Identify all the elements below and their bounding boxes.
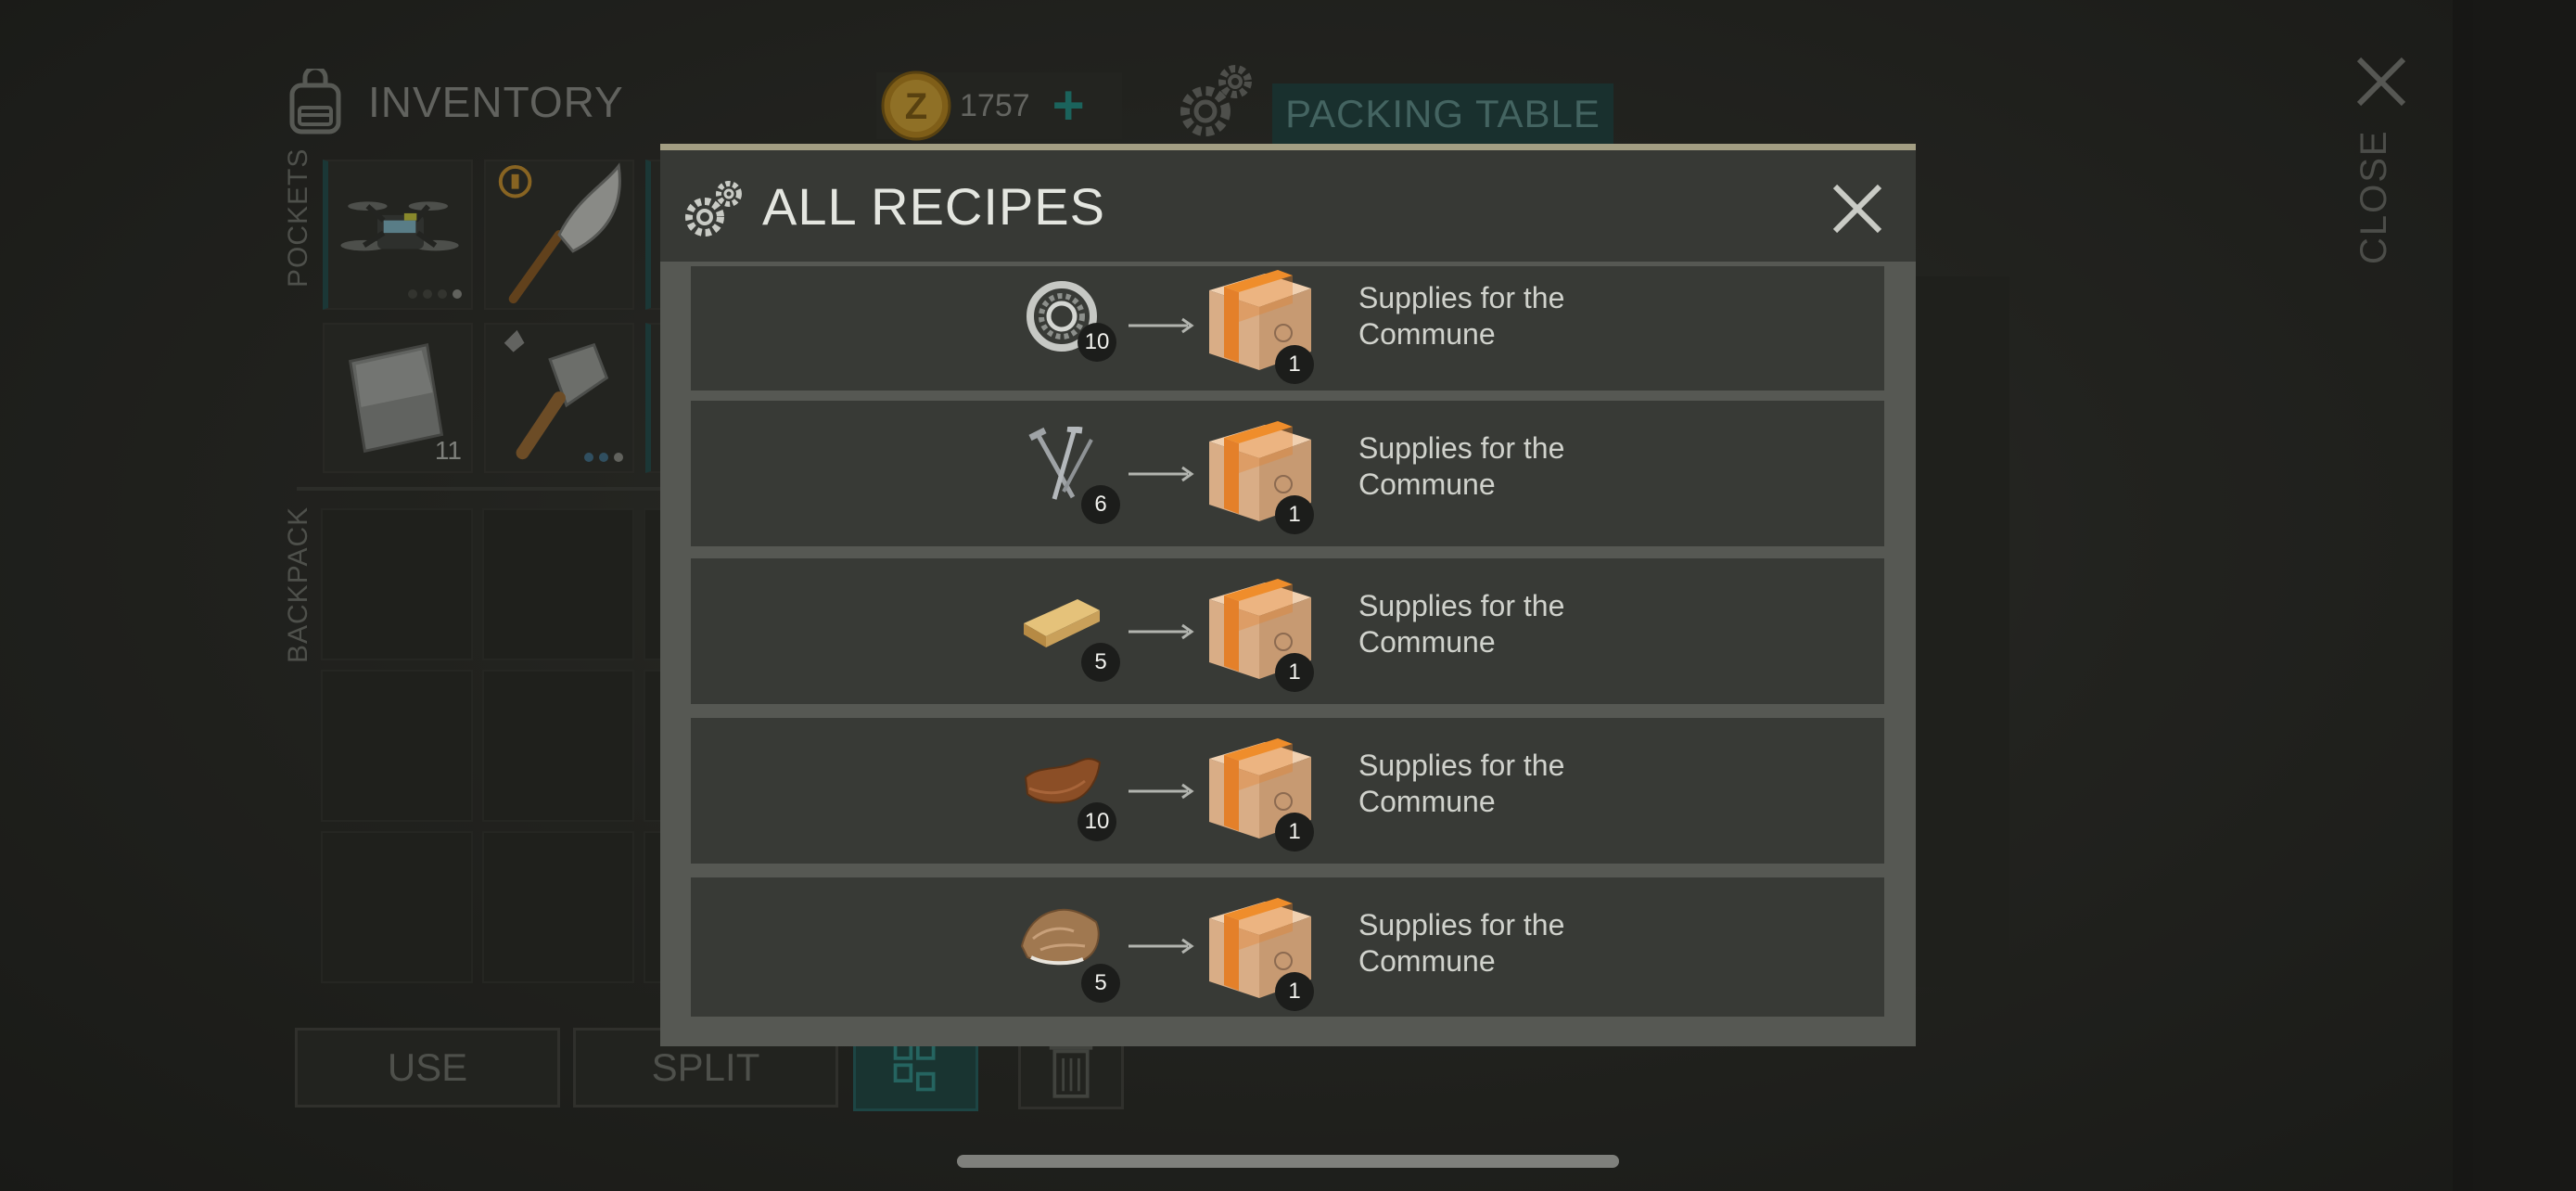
home-indicator[interactable] bbox=[957, 1155, 1619, 1168]
result-qty: 1 bbox=[1275, 345, 1314, 384]
result-qty: 1 bbox=[1275, 653, 1314, 692]
ingredient-qty: 10 bbox=[1078, 323, 1116, 362]
arrow-icon bbox=[1129, 466, 1194, 482]
result-name: Supplies for the Commune bbox=[1358, 281, 1565, 351]
result-name: Supplies for the Commune bbox=[1358, 749, 1565, 818]
recipe-row[interactable]: 10 1 Supplies for the Commune bbox=[691, 266, 1884, 391]
close-icon[interactable] bbox=[1830, 182, 1884, 236]
recipe-row[interactable]: 10 1 Supplies for the Commune bbox=[691, 718, 1884, 864]
ingredient-qty: 5 bbox=[1081, 964, 1120, 1003]
recipe-row[interactable]: 6 1 Supplies for the Commune bbox=[691, 401, 1884, 546]
result-name: Supplies for the Commune bbox=[1358, 589, 1565, 659]
arrow-icon bbox=[1129, 317, 1194, 334]
modal-header: ALL RECIPES bbox=[660, 150, 1916, 262]
arrow-icon bbox=[1129, 783, 1194, 800]
fur-icon bbox=[1020, 908, 1100, 966]
recipes-modal: ALL RECIPES 10 1 Supplies for the Commun… bbox=[660, 144, 1916, 1046]
result-qty: 1 bbox=[1275, 495, 1314, 534]
modal-accent-line bbox=[660, 144, 1916, 150]
gears-icon bbox=[685, 181, 742, 237]
result-name: Supplies for the Commune bbox=[1358, 431, 1565, 501]
ingredient-qty: 5 bbox=[1081, 643, 1120, 682]
ingredient-qty: 10 bbox=[1078, 802, 1116, 841]
modal-title: ALL RECIPES bbox=[762, 177, 1105, 236]
recipe-row[interactable]: 5 1 Supplies for the Commune bbox=[691, 558, 1884, 704]
ingredient-qty: 6 bbox=[1081, 485, 1120, 524]
result-name: Supplies for the Commune bbox=[1358, 908, 1565, 978]
arrow-icon bbox=[1129, 938, 1194, 954]
result-qty: 1 bbox=[1275, 813, 1314, 852]
recipe-row[interactable]: 5 1 Supplies for the Commune bbox=[691, 877, 1884, 1017]
result-qty: 1 bbox=[1275, 972, 1314, 1011]
arrow-icon bbox=[1129, 623, 1194, 640]
